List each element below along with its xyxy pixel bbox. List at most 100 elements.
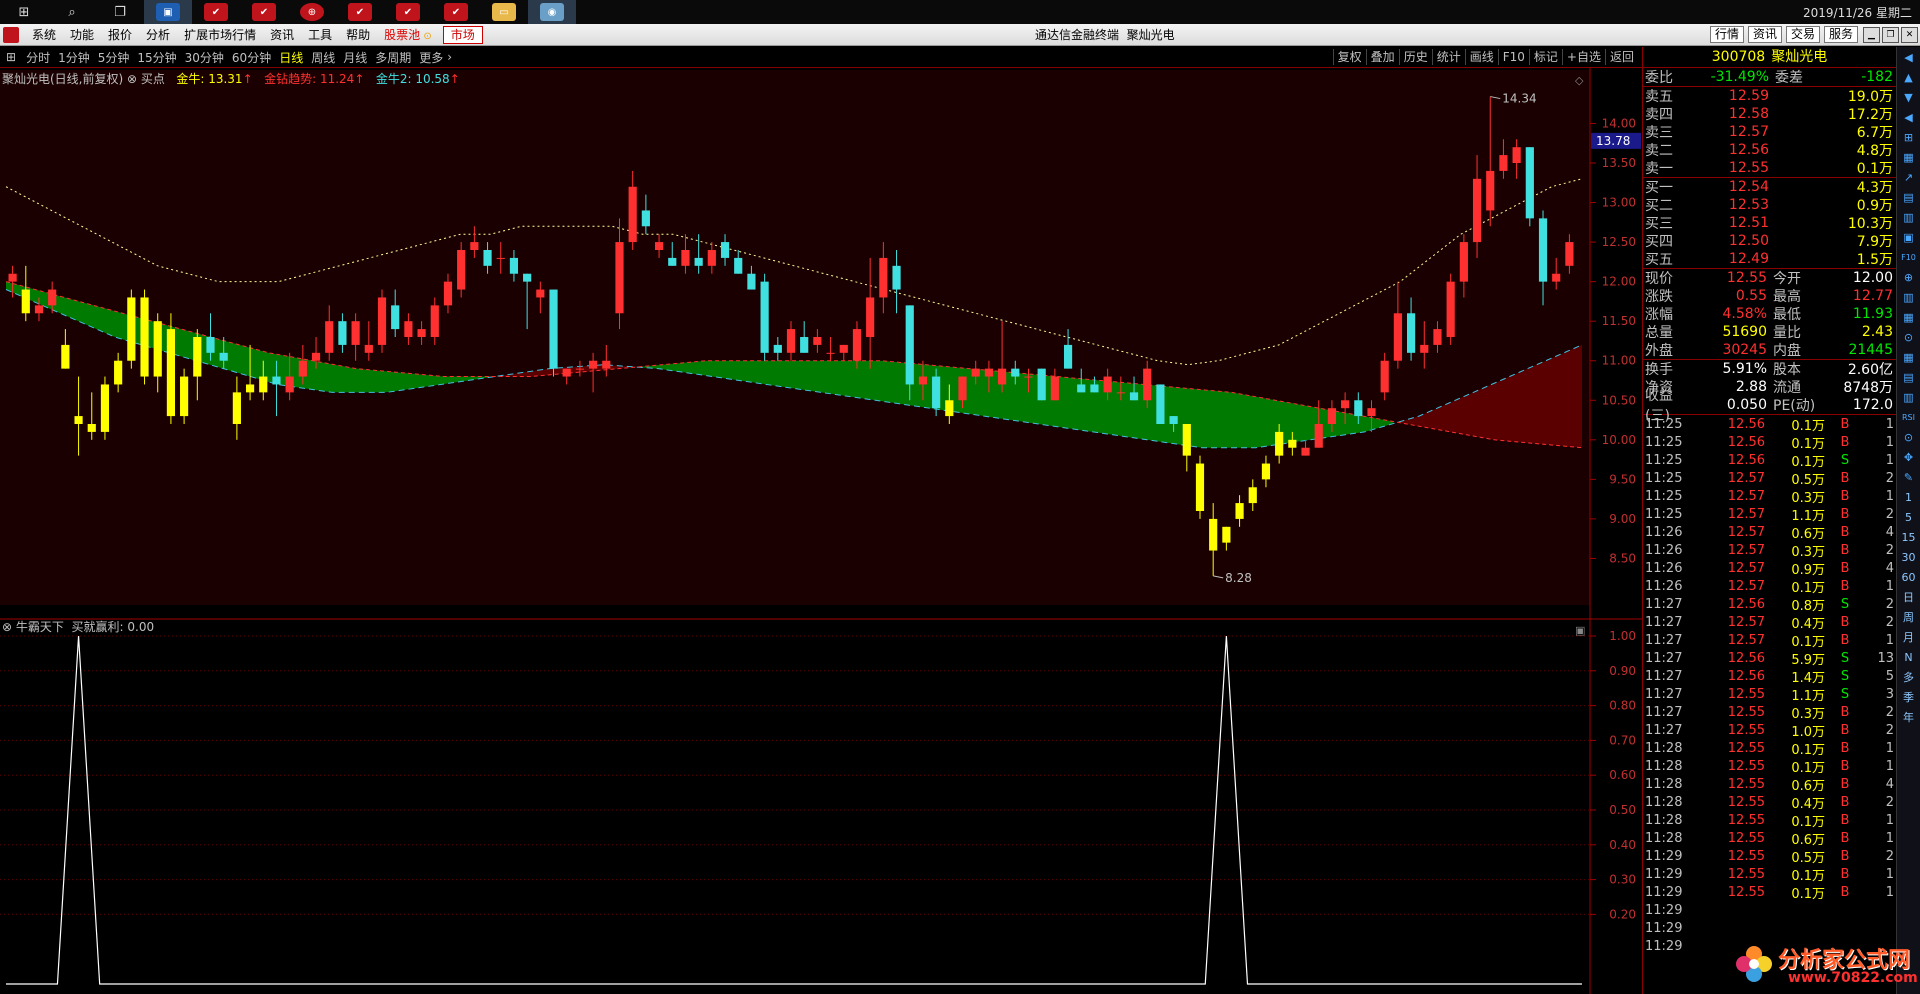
taskbar-app-6[interactable]: ✔ [384, 0, 432, 24]
menu-system[interactable]: 系统 [25, 24, 63, 46]
period-60min[interactable]: 60分钟 [228, 49, 275, 66]
task-view-icon[interactable]: ❐ [96, 0, 144, 24]
menu-tools[interactable]: 工具 [301, 24, 339, 46]
toolstrip-icon[interactable]: ▼ [1899, 89, 1919, 107]
restore-icon[interactable]: ❐ [1882, 27, 1899, 43]
menu-function[interactable]: 功能 [63, 24, 101, 46]
toolstrip-icon[interactable]: 15 [1899, 529, 1919, 547]
toolstrip-icon[interactable]: 30 [1899, 549, 1919, 567]
mark-button[interactable]: 标记 [1528, 49, 1562, 65]
toolstrip-icon[interactable]: ◀ [1899, 49, 1919, 67]
toolstrip-icon[interactable]: ▣ [1899, 229, 1919, 247]
toolstrip-icon[interactable]: 年 [1899, 709, 1919, 727]
toolstrip-icon[interactable]: ✥ [1899, 449, 1919, 467]
period-15min[interactable]: 15分钟 [133, 49, 180, 66]
chevron-right-icon[interactable]: › [447, 50, 452, 64]
taskbar-app-5[interactable]: ✔ [336, 0, 384, 24]
menu-extended-market[interactable]: 扩展市场行情 [177, 24, 263, 46]
toolstrip-icon[interactable]: ▥ [1899, 289, 1919, 307]
toolstrip-icon[interactable]: RSI [1899, 409, 1919, 427]
toolstrip-icon[interactable]: ▥ [1899, 209, 1919, 227]
taskbar-app-9[interactable]: ◉ [528, 0, 576, 24]
toolstrip-icon[interactable]: ◀ [1899, 109, 1919, 127]
indicator-toggle-icon[interactable]: ⊗ [127, 72, 141, 86]
sell-order-row[interactable]: 卖一 12.55 0.1万 [1643, 159, 1896, 177]
toolstrip-icon[interactable]: 1 [1899, 489, 1919, 507]
windows-start-icon[interactable]: ⊞ [0, 0, 48, 24]
toolstrip-icon[interactable]: ⊙ [1899, 429, 1919, 447]
toolstrip-icon[interactable]: ↗ [1899, 169, 1919, 187]
window-icon[interactable]: ▣ [1575, 624, 1585, 637]
back-button[interactable]: 返回 [1604, 49, 1638, 65]
toolstrip-icon[interactable]: ▤ [1899, 189, 1919, 207]
draw-button[interactable]: 画线 [1464, 49, 1498, 65]
menu-market[interactable]: 市场 [442, 25, 483, 44]
period-multi[interactable]: 多周期 [371, 49, 415, 66]
buy-order-row[interactable]: 买四 12.50 7.9万 [1643, 232, 1896, 250]
history-button[interactable]: 历史 [1398, 49, 1432, 65]
quote-button[interactable]: 行情 [1709, 26, 1744, 43]
kline-chart[interactable]: 14.34 8.28 14.00 13.50 13.00 12.50 12.00 11.50… [0, 68, 1642, 994]
minimize-icon[interactable]: ▁ [1863, 27, 1880, 43]
buy-order-row[interactable]: 买一 12.54 4.3万 [1643, 178, 1896, 196]
buy-order-row[interactable]: 买三 12.51 10.3万 [1643, 214, 1896, 232]
add-watchlist-button[interactable]: +自选 [1561, 49, 1605, 65]
adjust-button[interactable]: 复权 [1332, 49, 1366, 65]
toolstrip-icon[interactable]: ⊕ [1899, 269, 1919, 287]
period-5min[interactable]: 5分钟 [94, 49, 134, 66]
sub-toggle-icon[interactable]: ⊗ [2, 620, 16, 634]
sell-order-row[interactable]: 卖四 12.58 17.2万 [1643, 105, 1896, 123]
diamond-icon[interactable]: ◇ [1575, 74, 1584, 87]
toolstrip-icon[interactable]: 60 [1899, 569, 1919, 587]
toolstrip-icon[interactable]: ▦ [1899, 149, 1919, 167]
sell-order-row[interactable]: 卖二 12.56 4.8万 [1643, 141, 1896, 159]
sub-indicator-name[interactable]: 牛霸天下 [16, 620, 64, 634]
taskbar-app-2[interactable]: ✔ [192, 0, 240, 24]
toolstrip-icon[interactable]: 周 [1899, 609, 1919, 627]
toolstrip-icon[interactable]: N [1899, 649, 1919, 667]
service-button[interactable]: 服务 [1823, 26, 1858, 43]
taskbar-app-3[interactable]: ✔ [240, 0, 288, 24]
menu-news[interactable]: 资讯 [263, 24, 301, 46]
stats-button[interactable]: 统计 [1431, 49, 1465, 65]
menu-stock-pool[interactable]: 股票池 ⊙ [377, 24, 439, 46]
toolstrip-icon[interactable]: 5 [1899, 509, 1919, 527]
period-monthly[interactable]: 月线 [339, 49, 371, 66]
buy-order-row[interactable]: 买五 12.49 1.5万 [1643, 250, 1896, 268]
sell-order-row[interactable]: 卖五 12.59 19.0万 [1643, 87, 1896, 105]
f10-button[interactable]: F10 [1497, 49, 1529, 65]
toolstrip-icon[interactable]: ⊙ [1899, 329, 1919, 347]
news-button[interactable]: 资讯 [1747, 26, 1782, 43]
toolstrip-icon[interactable]: ⊞ [1899, 129, 1919, 147]
chart-menu-icon[interactable]: ⊞ [0, 50, 22, 64]
period-daily[interactable]: 日线 [275, 49, 307, 66]
toolstrip-icon[interactable]: 日 [1899, 589, 1919, 607]
search-icon[interactable]: ⌕ [48, 0, 96, 24]
overlay-button[interactable]: 叠加 [1365, 49, 1399, 65]
tick-list[interactable]: 11:25 12.56 0.1万 B 1 11:25 12.56 0.1万 B 1 11:25 12.… [1643, 415, 1896, 994]
taskbar-app-8[interactable]: ▭ [480, 0, 528, 24]
close-icon[interactable]: ✕ [1901, 27, 1918, 43]
buy-order-row[interactable]: 买二 12.53 0.9万 [1643, 196, 1896, 214]
toolstrip-icon[interactable]: ▤ [1899, 369, 1919, 387]
sell-order-row[interactable]: 卖三 12.57 6.7万 [1643, 123, 1896, 141]
toolstrip-icon[interactable]: ▦ [1899, 349, 1919, 367]
menu-analysis[interactable]: 分析 [139, 24, 177, 46]
toolstrip-icon[interactable]: 月 [1899, 629, 1919, 647]
toolstrip-icon[interactable]: ✎ [1899, 469, 1919, 487]
toolstrip-icon[interactable]: ▦ [1899, 309, 1919, 327]
period-more[interactable]: 更多 [415, 49, 447, 66]
period-weekly[interactable]: 周线 [307, 49, 339, 66]
menu-quote[interactable]: 报价 [101, 24, 139, 46]
toolstrip-icon[interactable]: ▥ [1899, 389, 1919, 407]
trade-button[interactable]: 交易 [1785, 26, 1820, 43]
toolstrip-icon[interactable]: ▲ [1899, 69, 1919, 87]
toolstrip-icon[interactable]: F10 [1899, 249, 1919, 267]
menu-help[interactable]: 帮助 [339, 24, 377, 46]
toolstrip-icon[interactable]: 多 [1899, 669, 1919, 687]
period-tick[interactable]: 分时 [22, 49, 54, 66]
taskbar-app-1[interactable]: ▣ [144, 0, 192, 24]
taskbar-app-4[interactable]: ⊕ [288, 0, 336, 24]
toolstrip-icon[interactable]: 季 [1899, 689, 1919, 707]
period-30min[interactable]: 30分钟 [181, 49, 228, 66]
